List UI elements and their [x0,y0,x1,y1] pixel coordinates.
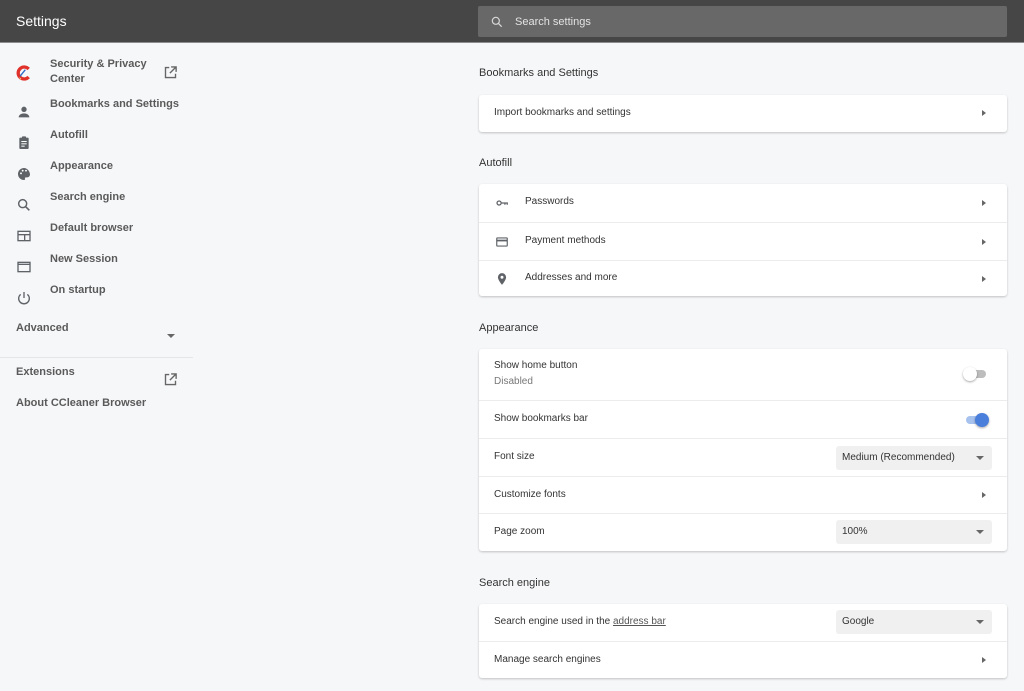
search-engine-select[interactable]: Google [836,610,992,634]
font-size-select[interactable]: Medium (Recommended) [836,446,992,470]
search-engine-card: Search engine used in the address bar Go… [479,604,1007,678]
search-placeholder: Search settings [515,15,591,28]
bookmarks-card: Import bookmarks and settings [479,95,1007,132]
location-pin-icon [497,273,507,285]
external-link-icon[interactable] [163,65,178,80]
extensions-label: Extensions [16,365,75,378]
page-zoom-value: 100% [842,526,868,537]
power-icon [18,292,30,305]
font-size-row: Font size Medium (Recommended) [479,438,1007,476]
import-bookmarks-label: Import bookmarks and settings [494,107,631,118]
arrow-right-icon [982,200,986,206]
palette-icon [18,168,30,180]
window-icon [17,261,31,273]
passwords-row[interactable]: Passwords [479,184,1007,222]
section-title-search-engine: Search engine [479,577,550,589]
chevron-down-icon [976,530,984,534]
addresses-row[interactable]: Addresses and more [479,260,1007,296]
sidebar-item-label: Security & Privacy Center [50,58,147,85]
sidebar-item-label: Default browser [50,221,134,234]
sidebar-divider [0,357,193,358]
ccleaner-logo-icon [16,65,30,81]
search-icon [17,198,30,211]
page-zoom-row: Page zoom 100% [479,513,1007,550]
show-home-button-row: Show home button Disabled [479,349,1007,400]
search-settings-input[interactable]: Search settings [478,6,1007,37]
search-icon [491,16,503,27]
arrow-right-icon [982,239,986,245]
show-home-button-toggle[interactable] [963,367,989,381]
page-zoom-select[interactable]: 100% [836,520,992,544]
search-engine-used-row: Search engine used in the address bar Go… [479,604,1007,641]
font-size-label: Font size [494,451,535,462]
arrow-right-icon [982,110,986,116]
chevron-down-icon [976,456,984,460]
section-title-bookmarks: Bookmarks and Settings [479,67,599,79]
passwords-label: Passwords [525,196,574,207]
section-title-autofill: Autofill [479,157,513,169]
sidebar-item-label: Appearance [50,159,113,172]
person-icon [18,106,30,118]
sidebar-item-label: New Session [50,252,118,265]
arrow-right-icon [982,657,986,663]
address-bar-link[interactable]: address bar [613,616,666,627]
search-engine-value: Google [842,616,875,627]
sidebar-item-label: On startup [50,283,106,296]
arrow-right-icon [982,492,986,498]
chevron-down-icon [976,620,984,624]
show-bookmarks-bar-row: Show bookmarks bar [479,400,1007,438]
advanced-label: Advanced [16,321,69,334]
manage-search-engines-row[interactable]: Manage search engines [479,641,1007,678]
import-bookmarks-row[interactable]: Import bookmarks and settings [479,95,1007,132]
customize-fonts-row[interactable]: Customize fonts [479,476,1007,513]
section-title-appearance: Appearance [479,322,539,334]
external-link-icon[interactable] [163,372,178,387]
browser-window-icon [17,230,31,242]
customize-fonts-label: Customize fonts [494,489,566,500]
chevron-down-icon [167,334,175,338]
search-engine-used-label: Search engine used in the address bar [494,616,666,627]
payment-methods-row[interactable]: Payment methods [479,222,1007,260]
about-label: About CCleaner Browser [16,396,147,409]
show-home-button-status: Disabled [494,376,533,387]
key-icon [496,200,508,206]
addresses-label: Addresses and more [525,272,618,283]
sidebar-item-label: Autofill [50,128,88,141]
manage-search-engines-label: Manage search engines [494,654,601,665]
show-bookmarks-bar-toggle[interactable] [963,413,989,427]
credit-card-icon [496,237,508,247]
page-zoom-label: Page zoom [494,526,545,537]
payment-methods-label: Payment methods [525,235,606,246]
page-title: Settings [16,13,67,29]
sidebar-item-label: Bookmarks and Settings [50,97,179,110]
autofill-card: Passwords Payment methods Addresses and … [479,184,1007,296]
appearance-card: Show home button Disabled Show bookmarks… [479,349,1007,551]
sidebar-item-label: Search engine [50,190,126,203]
top-bar: Settings Search settings [0,0,1024,43]
font-size-value: Medium (Recommended) [842,452,955,463]
arrow-right-icon [982,276,986,282]
clipboard-icon [19,136,29,149]
sidebar-item-security-privacy[interactable]: Security & Privacy Center [0,56,193,90]
show-bookmarks-bar-label: Show bookmarks bar [494,413,588,424]
show-home-button-label: Show home button [494,360,578,371]
